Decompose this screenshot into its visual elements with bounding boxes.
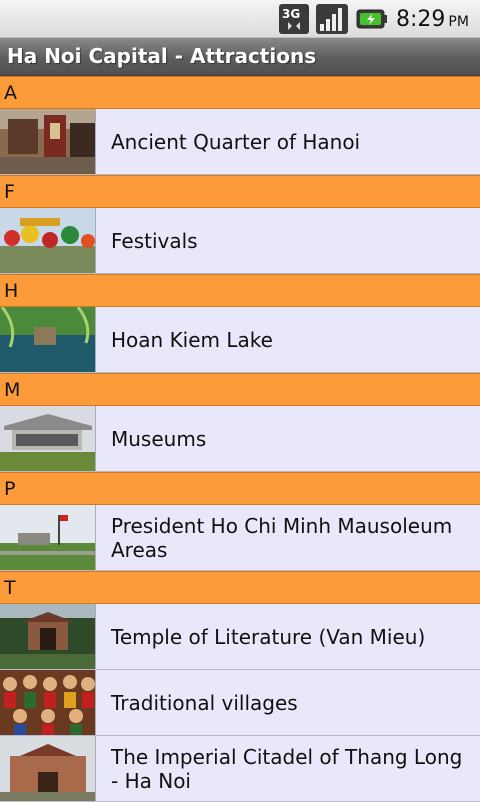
status-time-value: 8:29 [396, 7, 446, 32]
status-bar: 3G 8:29 PM [0, 0, 480, 38]
list-item-traditional-villages[interactable]: Traditional villages [0, 670, 480, 736]
signal-strength-icon [316, 4, 348, 34]
attractions-list[interactable]: A Ancient Quarter of Hanoi F Festivals H… [0, 76, 480, 802]
list-item-label: Ancient Quarter of Hanoi [111, 129, 361, 154]
list-item-temple-of-literature[interactable]: Temple of Literature (Van Mieu) [0, 604, 480, 670]
traditional-villages-thumbnail [0, 670, 96, 735]
ancient-quarter-thumbnail [0, 109, 96, 174]
list-item-label: President Ho Chi Minh Mausoleum Areas [111, 513, 453, 562]
museums-thumbnail [0, 406, 96, 471]
status-time: 8:29 PM [396, 6, 469, 34]
section-header-m: M [0, 373, 480, 406]
list-item-label: The Imperial Citadel of Thang Long - Ha … [111, 744, 463, 793]
mausoleum-thumbnail [0, 505, 96, 570]
festivals-thumbnail [0, 208, 96, 273]
imperial-citadel-thumbnail [0, 736, 96, 801]
svg-text:3G: 3G [282, 7, 300, 21]
list-item-mausoleum[interactable]: President Ho Chi Minh Mausoleum Areas [0, 505, 480, 571]
section-header-a: A [0, 76, 480, 109]
section-header-t: T [0, 571, 480, 604]
status-time-ampm: PM [448, 14, 469, 30]
section-header-f: F [0, 175, 480, 208]
temple-of-literature-thumbnail [0, 604, 96, 669]
list-item-label: Traditional villages [111, 690, 298, 715]
section-header-h: H [0, 274, 480, 307]
app-title: Ha Noi Capital - Attractions [7, 44, 317, 68]
list-item-label: Museums [111, 426, 207, 451]
hoan-kiem-lake-thumbnail [0, 307, 96, 372]
battery-charging-icon [356, 8, 388, 30]
list-item-imperial-citadel[interactable]: The Imperial Citadel of Thang Long - Ha … [0, 736, 480, 802]
list-item-festivals[interactable]: Festivals [0, 208, 480, 274]
list-item-label: Temple of Literature (Van Mieu) [111, 624, 426, 649]
list-item-label: Hoan Kiem Lake [111, 327, 273, 352]
network-3g-icon: 3G [279, 4, 309, 34]
list-item-museums[interactable]: Museums [0, 406, 480, 472]
list-item-label: Festivals [111, 228, 198, 253]
list-item-ancient-quarter[interactable]: Ancient Quarter of Hanoi [0, 109, 480, 175]
title-bar: Ha Noi Capital - Attractions [0, 38, 480, 76]
section-header-p: P [0, 472, 480, 505]
list-item-hoan-kiem-lake[interactable]: Hoan Kiem Lake [0, 307, 480, 373]
